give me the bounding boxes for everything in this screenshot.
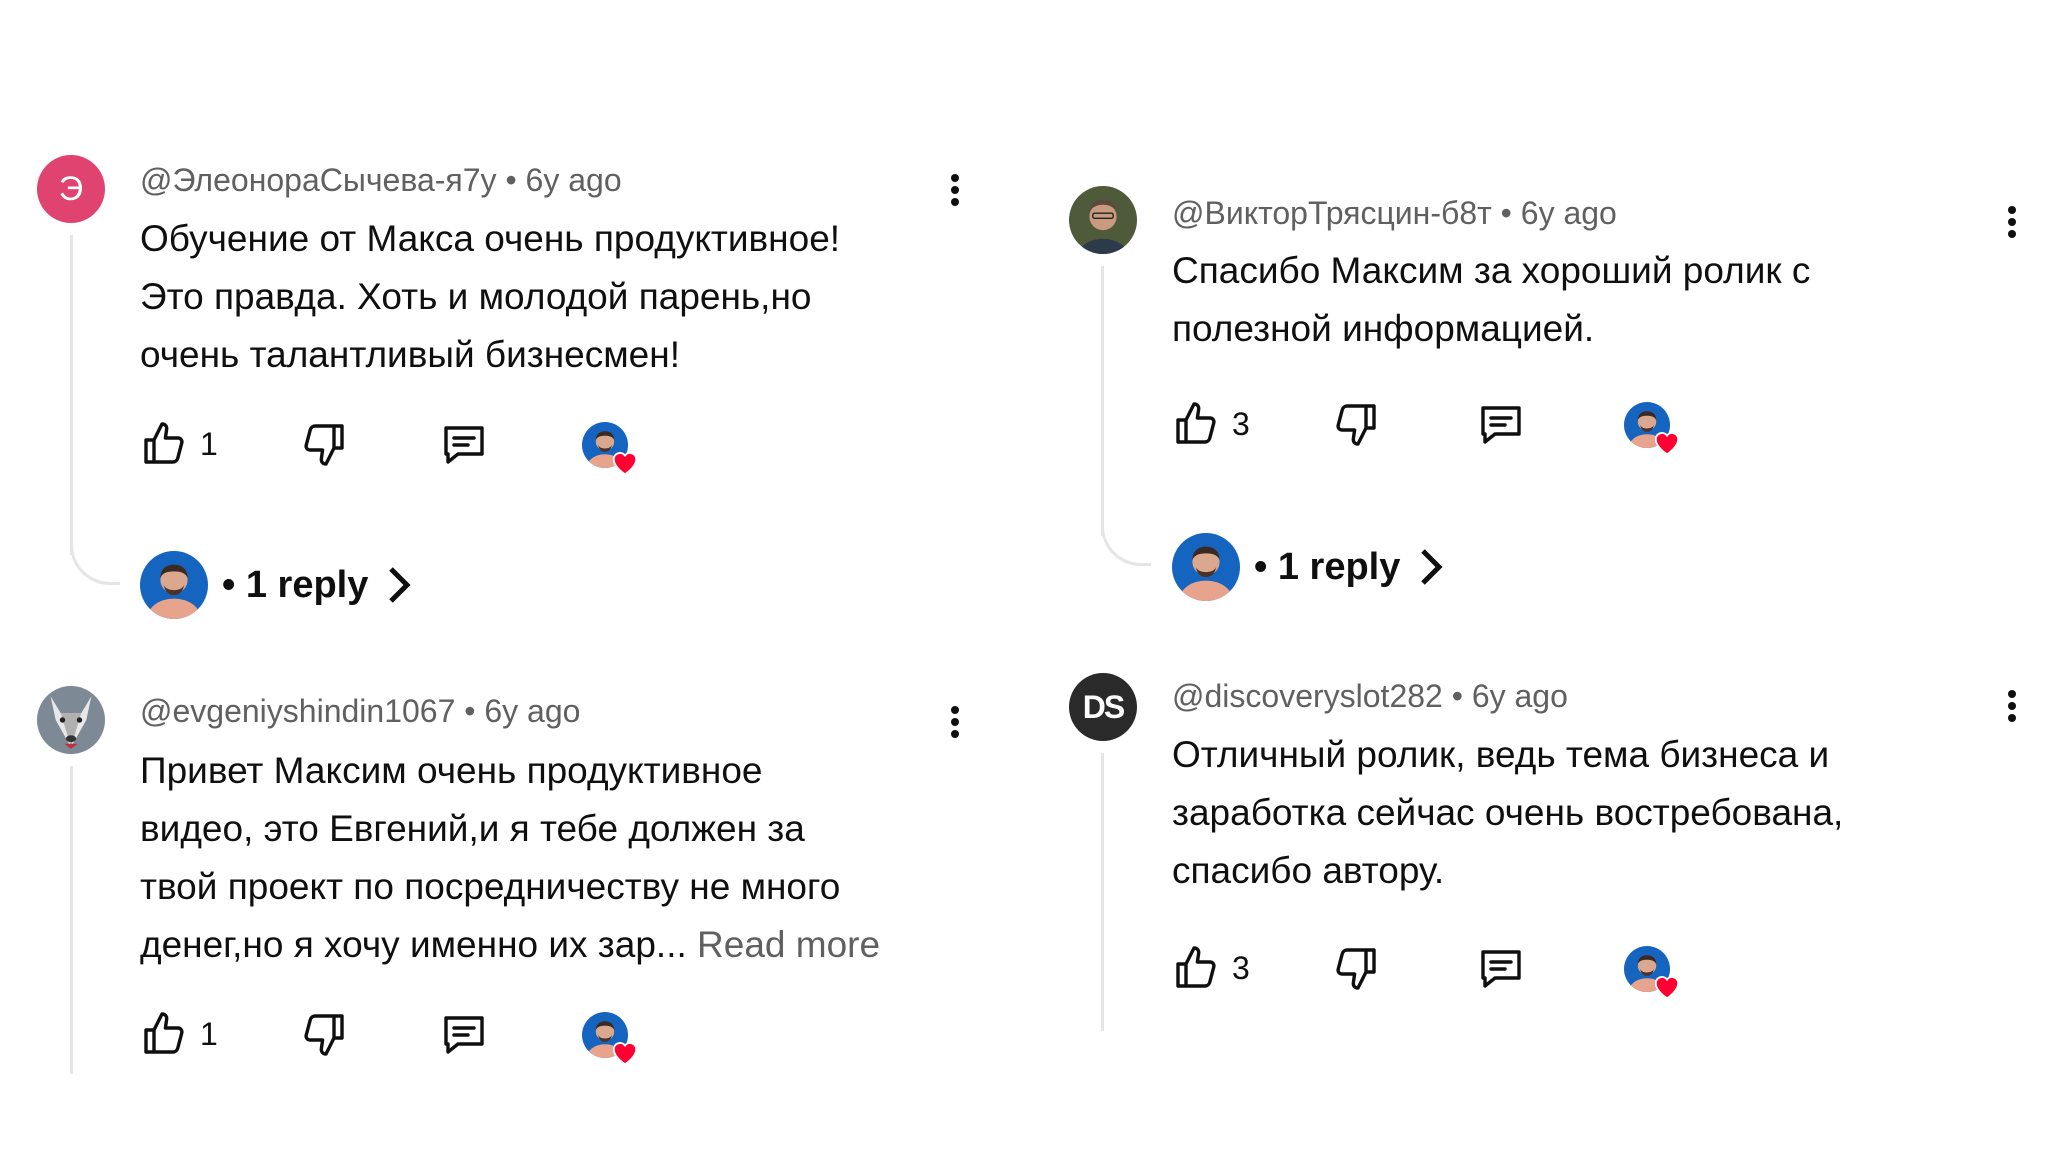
author-name[interactable]: @ЭлеонораСычева-я7у bbox=[140, 162, 497, 198]
dislike-button[interactable] bbox=[1332, 400, 1380, 448]
chevron-right-icon bbox=[1421, 549, 1443, 585]
heart-icon bbox=[1652, 428, 1682, 458]
avatar[interactable]: Э bbox=[37, 155, 105, 223]
reply-count: • 1 reply bbox=[222, 563, 369, 606]
comment-icon bbox=[440, 1010, 488, 1058]
avatar[interactable] bbox=[37, 686, 105, 754]
comment-age: 6y ago bbox=[1520, 195, 1617, 231]
comment-text: Отличный ролик, ведь тема бизнеса и зара… bbox=[1172, 726, 1992, 900]
creator-heart bbox=[1624, 946, 1670, 992]
like-count: 3 bbox=[1232, 949, 1250, 986]
meta-separator: • bbox=[1451, 678, 1472, 714]
avatar[interactable]: DS bbox=[1069, 673, 1137, 741]
user-photo bbox=[1069, 186, 1137, 254]
dislike-button[interactable] bbox=[1332, 944, 1380, 992]
comment-line: полезной информацией. bbox=[1172, 308, 1595, 349]
thumb-up-icon bbox=[140, 420, 188, 468]
reply-button[interactable] bbox=[1477, 944, 1525, 992]
comment-line: заработка сейчас очень востребована, bbox=[1172, 792, 1844, 833]
meta-separator: • bbox=[464, 693, 485, 729]
comment-line: очень талантливый бизнесмен! bbox=[140, 334, 680, 375]
author-name[interactable]: @ВикторТрясцин-б8т bbox=[1172, 195, 1492, 231]
thumb-up-icon bbox=[1172, 400, 1220, 448]
dislike-button[interactable] bbox=[300, 420, 348, 468]
comment-meta: @evgeniyshindin1067 • 6y ago bbox=[140, 693, 580, 730]
comment-line: денег,но я хочу именно их зар... Read mo… bbox=[140, 916, 960, 974]
creator-heart bbox=[582, 422, 628, 468]
more-vert-icon[interactable] bbox=[940, 170, 970, 214]
like-button[interactable]: 3 bbox=[1172, 400, 1250, 448]
like-count: 1 bbox=[200, 425, 218, 462]
thread-line bbox=[70, 235, 73, 555]
creator-heart bbox=[582, 1012, 628, 1058]
replies-toggle[interactable]: • 1 reply bbox=[140, 550, 412, 620]
more-vert-icon[interactable] bbox=[1997, 202, 2027, 246]
reply-count: • 1 reply bbox=[1254, 545, 1401, 588]
heart-icon bbox=[610, 1038, 640, 1068]
more-vert-icon[interactable] bbox=[940, 702, 970, 746]
comment-age: 6y ago bbox=[1471, 678, 1568, 714]
avatar[interactable] bbox=[1069, 186, 1137, 254]
comment-meta: @ЭлеонораСычева-я7у • 6y ago bbox=[140, 162, 622, 199]
thumb-down-icon bbox=[1332, 944, 1380, 992]
replies-toggle[interactable]: • 1 reply bbox=[1172, 532, 1444, 602]
reply-button[interactable] bbox=[440, 1010, 488, 1058]
like-button[interactable]: 3 bbox=[1172, 944, 1250, 992]
comment-meta: @discoveryslot282 • 6y ago bbox=[1172, 678, 1568, 715]
comment-text: Спасибо Максим за хороший ролик с полезн… bbox=[1172, 242, 1972, 358]
heart-icon bbox=[610, 448, 640, 478]
comment-line: спасибо автору. bbox=[1172, 850, 1445, 891]
thumb-up-icon bbox=[1172, 944, 1220, 992]
thread-curve bbox=[70, 545, 120, 585]
author-name[interactable]: @evgeniyshindin1067 bbox=[140, 693, 455, 729]
comment-age: 6y ago bbox=[484, 693, 581, 729]
comment-line: Обучение от Макса очень продуктивное! bbox=[140, 218, 841, 259]
comment-meta: @ВикторТрясцин-б8т • 6y ago bbox=[1172, 195, 1617, 232]
more-vert-icon[interactable] bbox=[1997, 686, 2027, 730]
thread-line bbox=[1101, 753, 1104, 1031]
thread-line bbox=[1101, 266, 1104, 536]
reply-avatar bbox=[1172, 533, 1240, 601]
thumb-up-icon bbox=[140, 1010, 188, 1058]
thumb-down-icon bbox=[300, 420, 348, 468]
like-button[interactable]: 1 bbox=[140, 1010, 218, 1058]
thread-curve bbox=[1101, 526, 1151, 566]
comment-actions: 3 bbox=[1172, 944, 1692, 1000]
reply-avatar bbox=[140, 551, 208, 619]
comment-line: Привет Максим очень продуктивное bbox=[140, 750, 763, 791]
thumb-down-icon bbox=[1332, 400, 1380, 448]
reply-button[interactable] bbox=[440, 420, 488, 468]
creator-heart bbox=[1624, 402, 1670, 448]
comment-icon bbox=[440, 420, 488, 468]
comment-age: 6y ago bbox=[525, 162, 622, 198]
chevron-right-icon bbox=[389, 567, 411, 603]
like-count: 1 bbox=[200, 1015, 218, 1052]
comment-text: Обучение от Макса очень продуктивное! Эт… bbox=[140, 210, 960, 384]
comment-icon bbox=[1477, 400, 1525, 448]
comment-text: Привет Максим очень продуктивное видео, … bbox=[140, 742, 960, 974]
meta-separator: • bbox=[505, 162, 526, 198]
reply-button[interactable] bbox=[1477, 400, 1525, 448]
comment-line: Это правда. Хоть и молодой парень,но bbox=[140, 276, 812, 317]
comment-line: твой проект по посредничеству не много bbox=[140, 866, 841, 907]
wolf-photo bbox=[37, 686, 105, 754]
comment-line: Спасибо Максим за хороший ролик с bbox=[1172, 250, 1811, 291]
heart-icon bbox=[1652, 972, 1682, 1002]
thumb-down-icon bbox=[300, 1010, 348, 1058]
comment-actions: 1 bbox=[140, 420, 660, 476]
read-more-link[interactable]: Read more bbox=[697, 924, 880, 965]
truncated-text: денег,но я хочу именно их зар... bbox=[140, 924, 687, 965]
meta-separator: • bbox=[1500, 195, 1521, 231]
comment-icon bbox=[1477, 944, 1525, 992]
comment-line: Отличный ролик, ведь тема бизнеса и bbox=[1172, 734, 1830, 775]
author-name[interactable]: @discoveryslot282 bbox=[1172, 678, 1443, 714]
comment-line: видео, это Евгений,и я тебе должен за bbox=[140, 808, 805, 849]
dislike-button[interactable] bbox=[300, 1010, 348, 1058]
like-button[interactable]: 1 bbox=[140, 420, 218, 468]
comment-actions: 1 bbox=[140, 1010, 660, 1066]
like-count: 3 bbox=[1232, 405, 1250, 442]
thread-line bbox=[70, 766, 73, 1074]
comment-actions: 3 bbox=[1172, 400, 1692, 456]
